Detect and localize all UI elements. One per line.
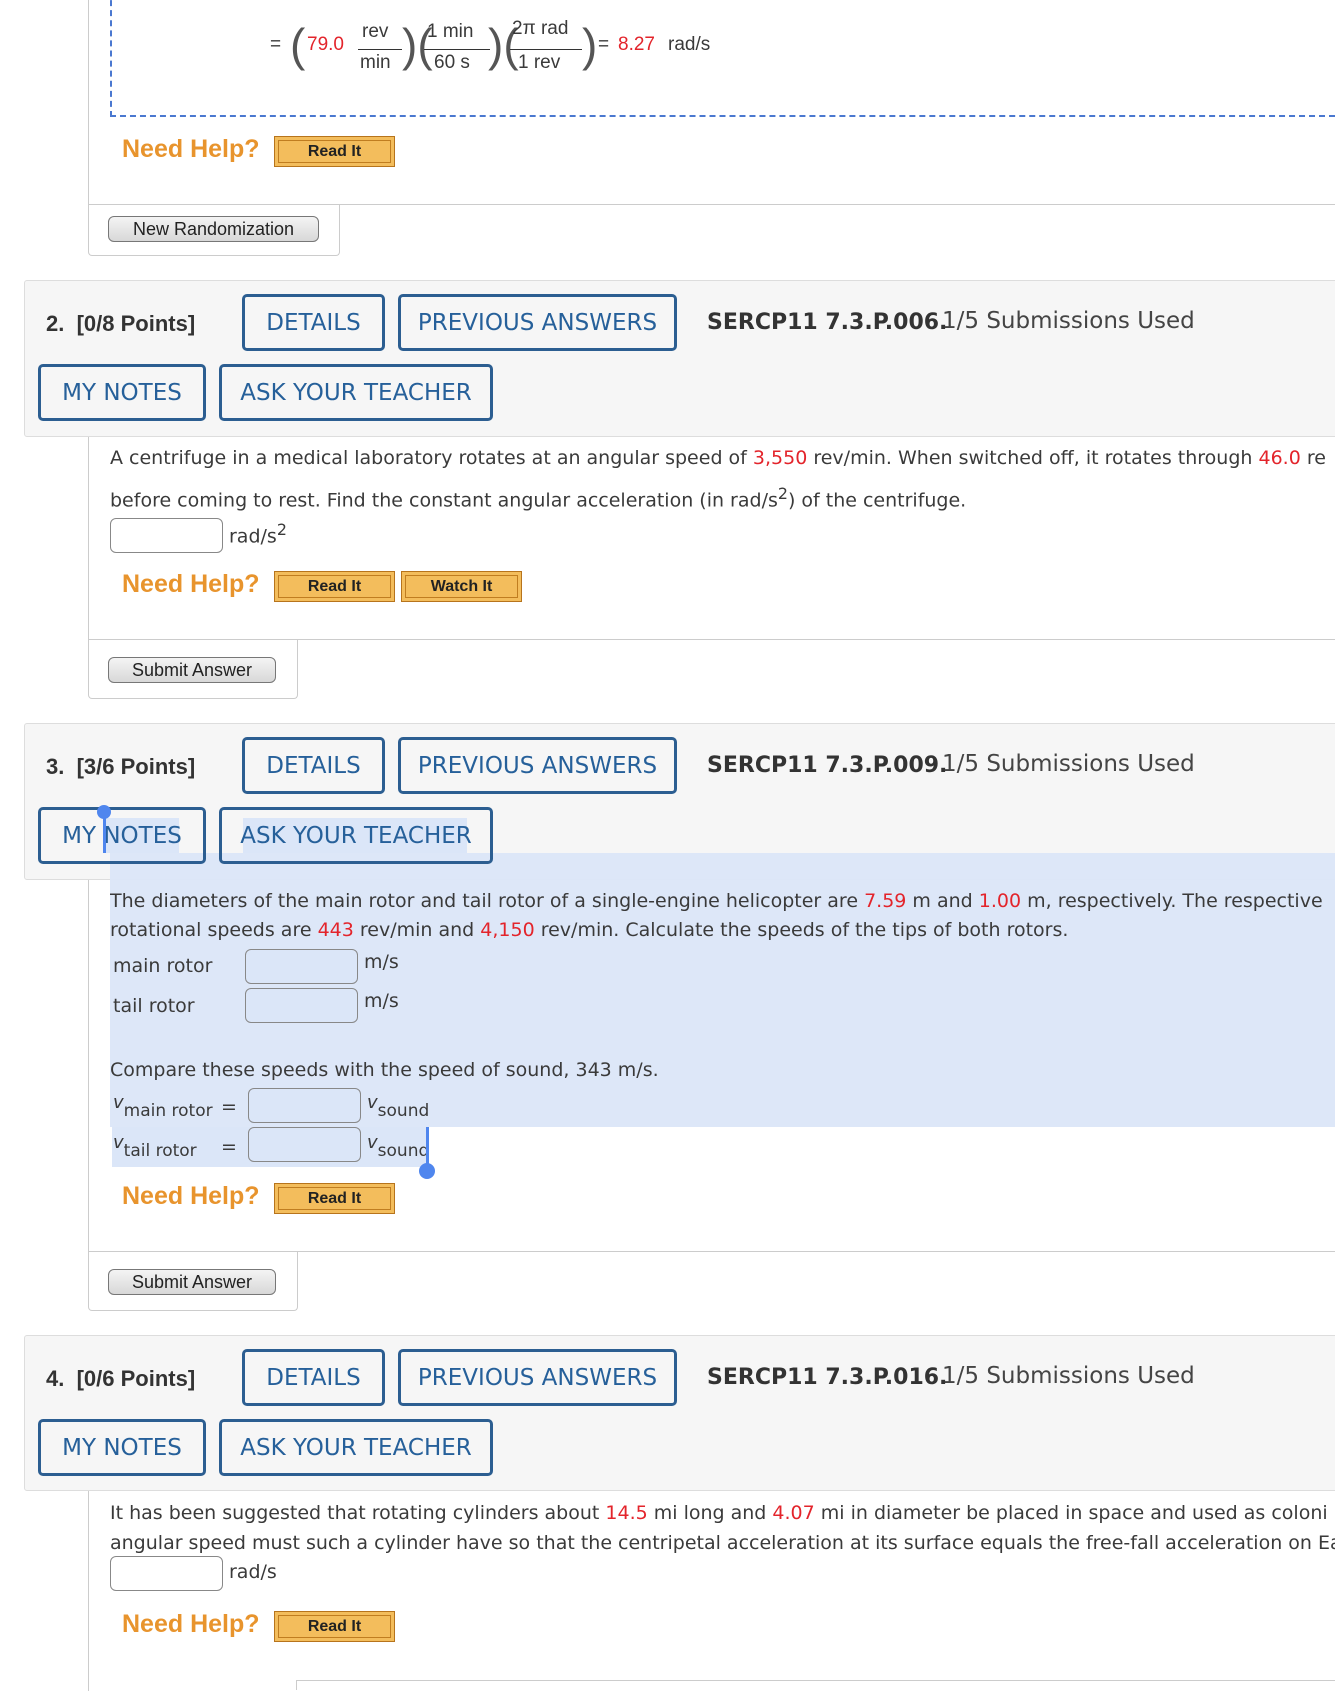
main-rotor-input[interactable] [245,949,358,984]
question-text: A centrifuge in a medical laboratory rot… [110,447,1326,469]
need-help-label: Need Help? [122,570,260,598]
equals: = [221,1136,237,1158]
question-number: 3. [3/6 Points] [46,754,196,779]
selection-end-handle[interactable] [419,1127,435,1179]
main-rotor-label: main rotor [113,955,213,977]
question-text: rotational speeds are 443 rev/min and 4,… [110,919,1069,941]
previous-answers-button[interactable]: PREVIOUS ANSWERS [398,294,677,351]
previous-answers-button[interactable]: PREVIOUS ANSWERS [398,1349,677,1406]
ask-your-teacher-button[interactable]: ASK YOUR TEACHER [219,364,493,421]
tail-rotor-input[interactable] [245,988,358,1023]
need-help-label: Need Help? [122,1610,260,1638]
ask-your-teacher-button[interactable]: ASK YOUR TEACHER [219,1419,493,1476]
answer-input[interactable] [110,518,223,553]
question-code: SERCP11 7.3.P.006. [707,310,948,335]
v-tail-rotor-label: vtail rotor [113,1132,197,1161]
tail-rotor-label: tail rotor [113,995,195,1017]
question-number: 4. [0/6 Points] [46,1366,196,1391]
my-notes-button[interactable]: MY NOTES [38,1419,206,1476]
equals: = [221,1096,237,1118]
question-text: The diameters of the main rotor and tail… [110,890,1323,912]
points: [3/6 Points] [76,754,196,779]
watch-it-button[interactable]: Watch It [401,571,522,602]
v-sound-label: vsound [367,1092,430,1121]
unit-label: m/s [364,990,399,1012]
question-text: angular speed must such a cylinder have … [110,1532,1335,1554]
read-it-button[interactable]: Read It [274,571,395,602]
submissions-used: 1/5 Submissions Used [942,308,1195,334]
question-card [88,0,1335,205]
divider [296,1680,1335,1690]
main-rotor-ratio-input[interactable] [248,1088,361,1123]
question-code: SERCP11 7.3.P.016. [707,1365,948,1390]
v-sound-label: vsound [367,1132,430,1161]
details-button[interactable]: DETAILS [242,1349,385,1406]
details-button[interactable]: DETAILS [242,737,385,794]
my-notes-button[interactable]: MY NOTES [38,807,206,864]
new-randomization-button[interactable]: New Randomization [108,216,319,242]
answer-input[interactable] [110,1556,223,1591]
need-help-label: Need Help? [122,1182,260,1210]
question-number: 2. [0/8 Points] [46,311,196,336]
points: [0/6 Points] [76,1366,196,1391]
submissions-used: 1/5 Submissions Used [942,751,1195,777]
read-it-button[interactable]: Read It [274,1611,395,1642]
my-notes-button[interactable]: MY NOTES [38,364,206,421]
ask-your-teacher-button[interactable]: ASK YOUR TEACHER [219,807,493,864]
compare-text: Compare these speeds with the speed of s… [110,1059,659,1081]
unit-label: m/s [364,951,399,973]
tail-rotor-ratio-input[interactable] [248,1127,361,1162]
details-button[interactable]: DETAILS [242,294,385,351]
submissions-used: 1/5 Submissions Used [942,1363,1195,1389]
submit-answer-button[interactable]: Submit Answer [108,657,276,683]
question-code: SERCP11 7.3.P.009. [707,753,948,778]
unit-label: rad/s [229,1561,277,1583]
selection-start-handle[interactable] [97,805,111,853]
read-it-button[interactable]: Read It [274,1183,395,1214]
submit-answer-button[interactable]: Submit Answer [108,1269,276,1295]
unit-label: rad/s2 [229,520,287,548]
points: [0/8 Points] [76,311,196,336]
question-text: before coming to rest. Find the constant… [110,484,967,512]
v-main-rotor-label: vmain rotor [113,1092,213,1121]
previous-answers-button[interactable]: PREVIOUS ANSWERS [398,737,677,794]
question-text: It has been suggested that rotating cyli… [110,1502,1328,1524]
